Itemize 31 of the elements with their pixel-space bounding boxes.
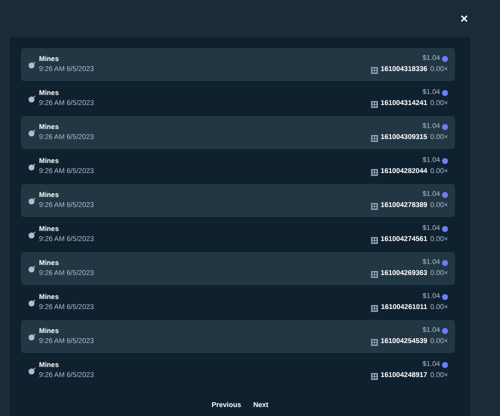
grid-icon	[370, 304, 378, 312]
close-button[interactable]: ×	[460, 12, 468, 25]
bomb-icon	[28, 162, 36, 170]
coin-icon	[442, 260, 448, 266]
bomb-icon	[28, 298, 36, 306]
coin-icon	[442, 158, 448, 164]
coin-icon	[442, 362, 448, 368]
coin-icon	[442, 90, 448, 96]
coin-icon	[442, 328, 448, 334]
coin-icon	[442, 192, 448, 198]
bomb-icon	[28, 128, 36, 136]
grid-icon	[370, 100, 378, 108]
grid-icon	[370, 372, 378, 380]
bomb-icon	[28, 94, 36, 102]
bomb-icon	[28, 332, 36, 340]
bomb-icon	[28, 60, 36, 68]
coin-icon	[442, 124, 448, 130]
grid-icon	[370, 270, 378, 278]
grid-icon	[370, 236, 378, 244]
grid-icon	[370, 202, 378, 210]
bomb-icon	[28, 264, 36, 272]
coin-icon	[442, 294, 448, 300]
grid-icon	[370, 66, 378, 74]
grid-icon	[370, 134, 378, 142]
bomb-icon	[28, 196, 36, 204]
grid-icon	[370, 168, 378, 176]
coin-icon	[442, 56, 448, 62]
coin-icon	[442, 226, 448, 232]
grid-icon	[370, 338, 378, 346]
bomb-icon	[28, 230, 36, 238]
bomb-icon	[28, 366, 36, 374]
